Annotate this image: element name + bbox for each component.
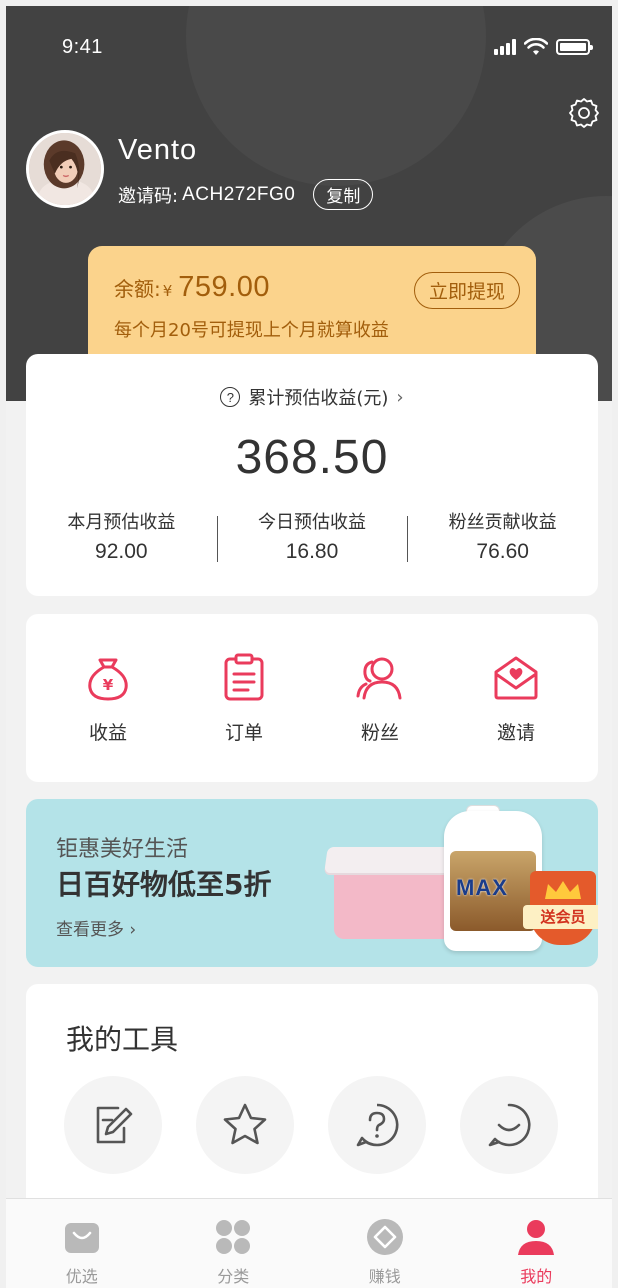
- tools-row: [64, 1076, 558, 1174]
- menu-item-invite[interactable]: 邀请: [461, 652, 571, 745]
- avatar[interactable]: [26, 130, 104, 208]
- profile-screen: 9:41 Vento 邀请码: ACH272FG0 复制 余额: ¥ 759.0…: [6, 6, 612, 1288]
- category-grid-icon: [216, 1220, 251, 1254]
- storage-box-image: [334, 869, 462, 939]
- banner-more-label: 查看更多: [56, 920, 124, 940]
- balance-currency: ¥: [162, 282, 173, 300]
- tool-favorites[interactable]: [196, 1076, 294, 1174]
- tools-card: 我的工具: [26, 984, 598, 1224]
- banner-title: 日百好物低至5折: [56, 868, 272, 901]
- tab-label: 优选: [65, 1267, 98, 1286]
- edit-note-icon: [96, 1106, 133, 1144]
- tab-label: 我的: [520, 1267, 553, 1286]
- clipboard-icon: [224, 653, 264, 700]
- balance-card: 余额: ¥ 759.00 立即提现 每个月20号可提现上个月就算收益: [88, 246, 536, 366]
- wifi-icon: [524, 38, 548, 55]
- chevron-right-icon: ›: [396, 386, 404, 408]
- quick-menu: ¥ 收益 订单 粉丝 邀请: [26, 614, 598, 782]
- menu-item-orders[interactable]: 订单: [189, 652, 299, 745]
- status-time: 9:41: [62, 36, 103, 58]
- menu-label: 邀请: [496, 721, 535, 744]
- star-icon: [223, 1103, 267, 1145]
- balance-note: 每个月20号可提现上个月就算收益: [114, 320, 389, 341]
- earnings-title: 累计预估收益(元): [248, 388, 389, 409]
- crown-icon: [545, 881, 581, 899]
- tool-help[interactable]: [328, 1076, 426, 1174]
- menu-label: 粉丝: [360, 721, 399, 744]
- tools-title: 我的工具: [66, 1023, 179, 1056]
- settings-button[interactable]: [568, 96, 600, 128]
- tab-category[interactable]: 分类: [158, 1199, 310, 1288]
- tab-mine[interactable]: 我的: [461, 1199, 613, 1288]
- stat-fans[interactable]: 粉丝贡献收益 76.60: [407, 508, 598, 564]
- stat-value: 92.00: [95, 540, 148, 563]
- earnings-title-row[interactable]: ? 累计预估收益(元) ›: [26, 384, 598, 410]
- invite-envelope-icon: [494, 656, 538, 699]
- menu-item-earnings[interactable]: ¥ 收益: [53, 652, 163, 745]
- withdraw-button[interactable]: 立即提现: [413, 272, 520, 309]
- tab-label: 分类: [217, 1267, 250, 1286]
- battery-icon: [556, 39, 593, 55]
- copy-button[interactable]: 复制: [313, 179, 374, 210]
- bottom-tab-bar: 优选 分类 赚钱 我的: [6, 1198, 612, 1288]
- menu-label: 订单: [224, 721, 263, 744]
- stat-value: 16.80: [285, 540, 339, 563]
- earnings-total: 368.50: [235, 431, 389, 484]
- invite-code-value: ACH272FG0: [182, 183, 296, 205]
- status-icons: [494, 38, 593, 56]
- stat-today[interactable]: 今日预估收益 16.80: [216, 508, 408, 564]
- balance-amount: 759.00: [178, 271, 270, 303]
- banner-more-link[interactable]: 查看更多 ›: [56, 915, 136, 940]
- username: Vento: [118, 134, 198, 166]
- promo-banner[interactable]: 钜惠美好生活 日百好物低至5折 查看更多 › MAX 送会员: [26, 799, 598, 967]
- help-circle-icon[interactable]: ?: [220, 387, 241, 407]
- stat-label: 粉丝贡献收益: [448, 512, 557, 533]
- shopping-bag-icon: [64, 1223, 99, 1253]
- avatar-image: [29, 133, 101, 205]
- menu-item-fans[interactable]: 粉丝: [325, 652, 435, 745]
- tool-feedback[interactable]: [460, 1076, 558, 1174]
- help-icon: [356, 1103, 399, 1147]
- tab-earn[interactable]: 赚钱: [309, 1199, 461, 1288]
- menu-label: 收益: [88, 721, 127, 744]
- earnings-stats: 本月预估收益 92.00 今日预估收益 16.80 粉丝贡献收益 76.60: [26, 508, 598, 564]
- bottle-brand-text: MAX: [456, 875, 508, 900]
- banner-subtitle: 钜惠美好生活: [56, 837, 189, 862]
- signal-icon: [494, 39, 516, 55]
- gear-icon: [569, 98, 599, 128]
- money-bag-icon: ¥: [88, 658, 128, 700]
- invite-code-label: 邀请码:: [118, 185, 179, 207]
- tab-selected[interactable]: 优选: [6, 1199, 158, 1288]
- svg-text:¥: ¥: [103, 676, 114, 694]
- user-icon: [518, 1220, 555, 1255]
- stat-month[interactable]: 本月预估收益 92.00: [26, 508, 217, 564]
- diamond-coin-icon: [366, 1219, 403, 1255]
- users-icon: [356, 657, 402, 699]
- balance-label: 余额:: [114, 277, 161, 301]
- stat-value: 76.60: [476, 540, 529, 563]
- stat-label: 本月预估收益: [67, 512, 176, 533]
- vip-badge-text: 送会员: [523, 905, 598, 929]
- earnings-card: ? 累计预估收益(元) › 368.50 本月预估收益 92.00 今日预估收益…: [26, 354, 598, 596]
- tab-label: 赚钱: [368, 1267, 401, 1286]
- stat-label: 今日预估收益: [258, 512, 366, 533]
- invite-row: 邀请码: ACH272FG0 复制: [118, 179, 374, 210]
- chat-smile-icon: [488, 1103, 531, 1147]
- chevron-right-icon: ›: [129, 920, 137, 940]
- tool-edit[interactable]: [64, 1076, 162, 1174]
- balance-row: 余额: ¥ 759.00: [114, 271, 270, 304]
- status-bar: 9:41: [6, 30, 612, 70]
